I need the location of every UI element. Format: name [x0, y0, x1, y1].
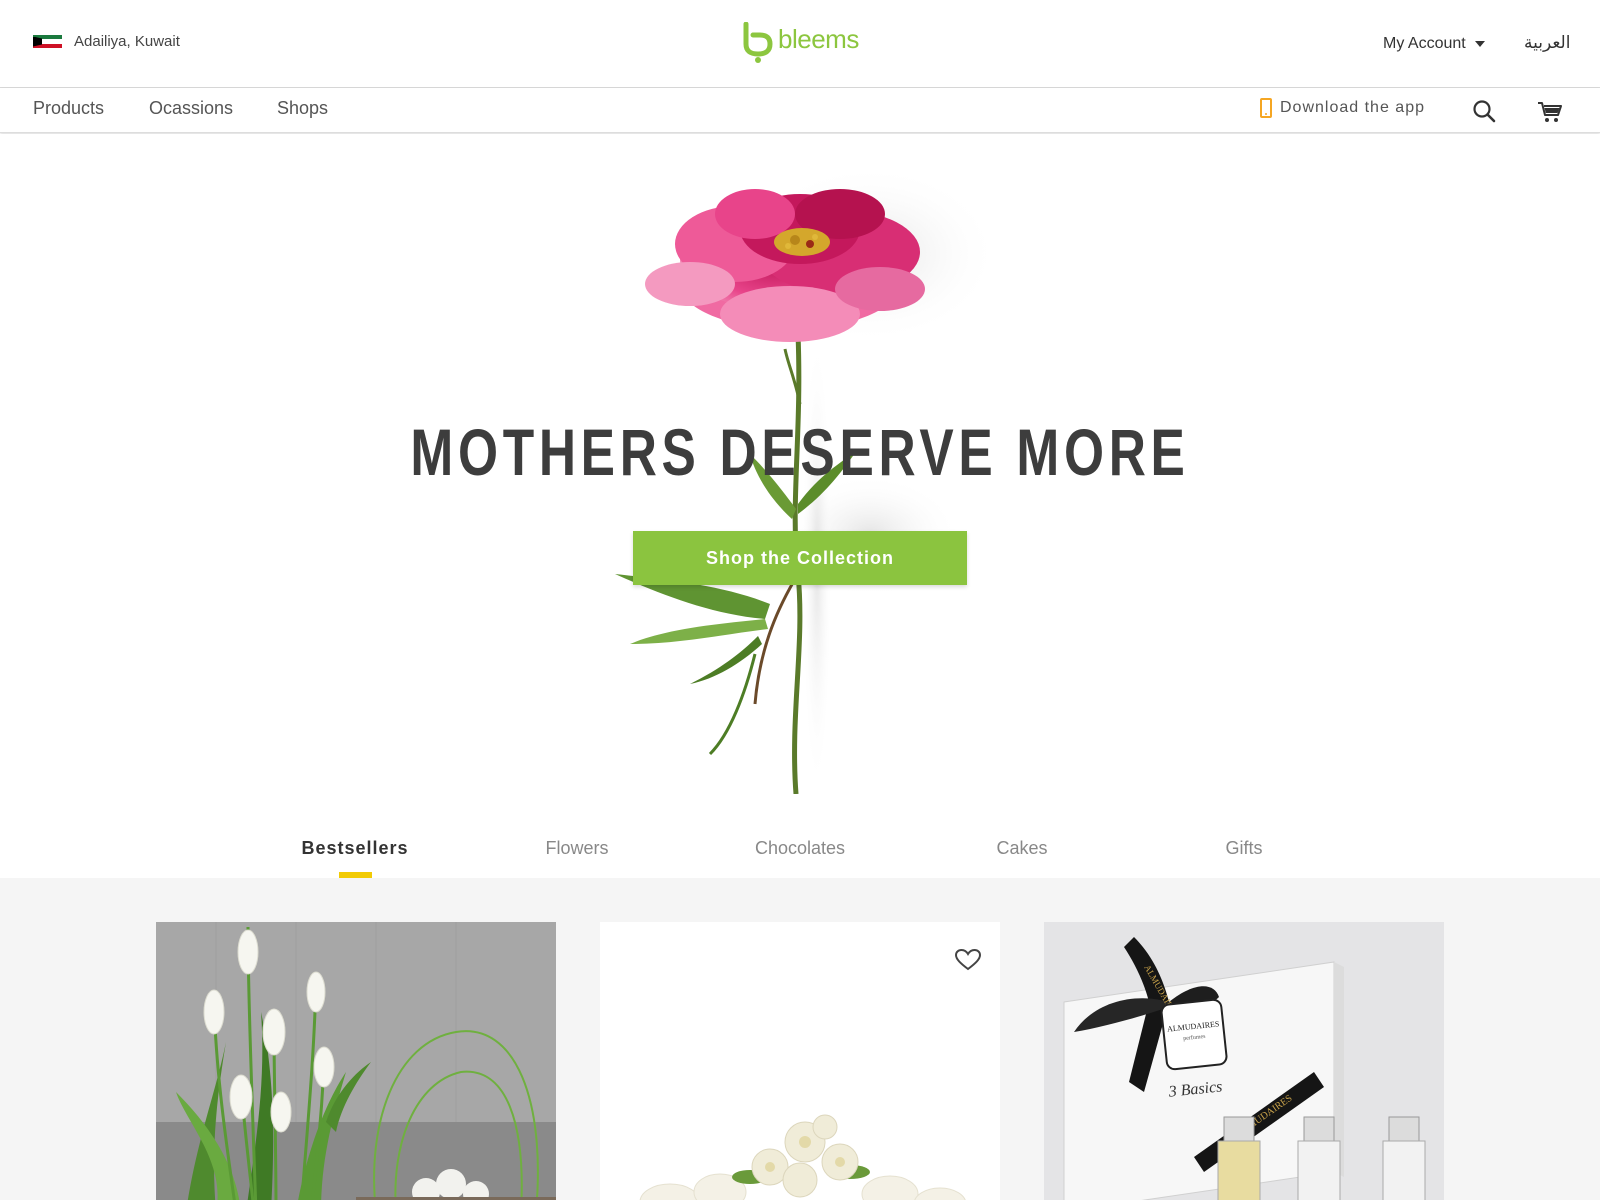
my-account-dropdown[interactable]: My Account [1383, 35, 1485, 53]
hero-banner: MOTHERS DESERVE MORE Shop the Collection [0, 134, 1600, 794]
tab-gifts[interactable]: Gifts [1164, 838, 1324, 859]
shop-collection-button[interactable]: Shop the Collection [633, 531, 967, 585]
download-app-link[interactable]: Download the app [1260, 98, 1425, 118]
search-icon[interactable] [1472, 99, 1496, 123]
tab-cakes[interactable]: Cakes [942, 838, 1102, 859]
tulips-product-image [156, 922, 556, 1200]
nav-item-ocassions[interactable]: Ocassions [149, 98, 233, 119]
tab-bestsellers[interactable]: Bestsellers [275, 838, 435, 859]
nav-item-products[interactable]: Products [33, 98, 104, 119]
perfume-product-image: ALMUDAIRES ALMUDAIRES ALMUDAIRES perfume… [1044, 922, 1444, 1200]
product-card-perfume[interactable]: ALMUDAIRES ALMUDAIRES ALMUDAIRES perfume… [1044, 922, 1444, 1200]
tab-chocolates[interactable]: Chocolates [720, 838, 880, 859]
location-label: Adailiya, Kuwait [74, 33, 180, 50]
cart-icon[interactable] [1537, 100, 1563, 124]
top-bar: Adailiya, Kuwait bleems My Account العرب… [0, 0, 1600, 88]
white-roses-product-image [600, 922, 1000, 1200]
language-switch[interactable]: العربية [1524, 33, 1570, 53]
chevron-down-icon [1474, 41, 1485, 47]
product-grid: ALMUDAIRES ALMUDAIRES ALMUDAIRES perfume… [0, 878, 1600, 1200]
bleems-logo-icon [743, 22, 773, 63]
main-nav: Products Ocassions Shops Download the ap… [0, 88, 1600, 133]
phone-icon [1260, 98, 1272, 118]
download-app-label: Download the app [1280, 99, 1425, 116]
bleems-logo[interactable]: bleems [742, 22, 859, 64]
product-card-tulips[interactable] [156, 922, 556, 1200]
favorite-heart-icon[interactable] [954, 948, 982, 972]
tab-flowers[interactable]: Flowers [497, 838, 657, 859]
location-selector[interactable]: Adailiya, Kuwait [33, 33, 180, 50]
product-card-white-roses[interactable] [600, 922, 1000, 1200]
my-account-label: My Account [1383, 35, 1466, 52]
logo-text: bleems [778, 24, 859, 54]
nav-item-shops[interactable]: Shops [277, 98, 328, 119]
hero-title: MOTHERS DESERVE MORE [410, 415, 1190, 489]
kuwait-flag-icon [33, 34, 62, 49]
category-tabs: Bestsellers Flowers Chocolates Cakes Gif… [0, 794, 1600, 878]
